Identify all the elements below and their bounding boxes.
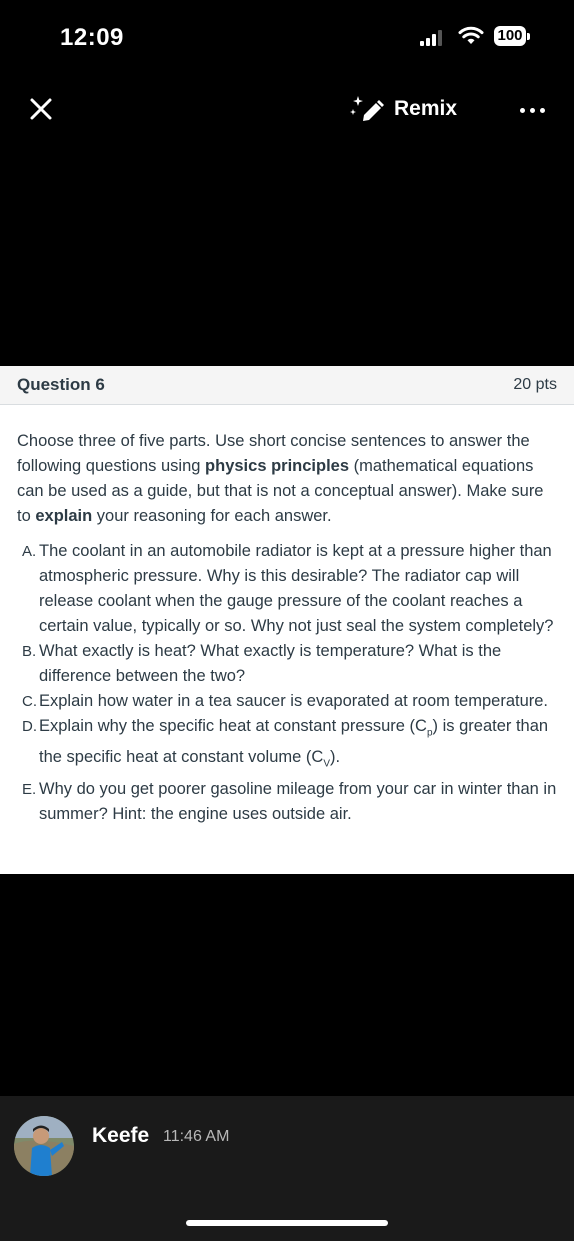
close-icon [30,98,52,120]
question-part-d: D. Explain why the specific heat at const… [22,717,549,770]
question-parts-list: A. The coolant in an automobile radiator … [17,539,557,827]
battery-level: 100 [494,26,526,46]
remix-label: Remix [394,97,458,120]
question-points: 20 pts [513,376,557,393]
question-part-e: E. Why do you get poorer gasoline mileage… [22,779,557,823]
battery-icon: 100 [494,26,530,48]
wifi-icon [458,26,484,44]
more-options-button[interactable] [512,98,552,122]
question-header: Question 6 20 pts [0,366,574,405]
question-part-a: A. The coolant in an automobile radiator … [22,542,554,635]
question-intro: Choose three of five parts. Use short co… [17,432,544,525]
sparkle-pencil-icon [350,96,384,121]
status-time: 12:09 [60,24,124,51]
question-body: Choose three of five parts. Use short co… [0,405,574,827]
more-dots-icon [519,107,525,113]
close-button[interactable] [24,92,58,126]
question-part-b: B. What exactly is heat? What exactly is … [22,642,502,685]
user-name[interactable]: Keefe [92,1124,149,1148]
remix-button[interactable]: Remix [350,92,457,126]
post-timestamp: 11:46 AM [163,1128,230,1145]
avatar[interactable] [14,1116,74,1176]
home-indicator[interactable] [186,1220,388,1226]
question-title: Question 6 [17,375,105,394]
cellular-signal-icon [420,30,448,46]
question-card: Question 6 20 pts Choose three of five p… [0,366,574,874]
question-part-c: C. Explain how water in a tea saucer is e… [22,692,549,710]
